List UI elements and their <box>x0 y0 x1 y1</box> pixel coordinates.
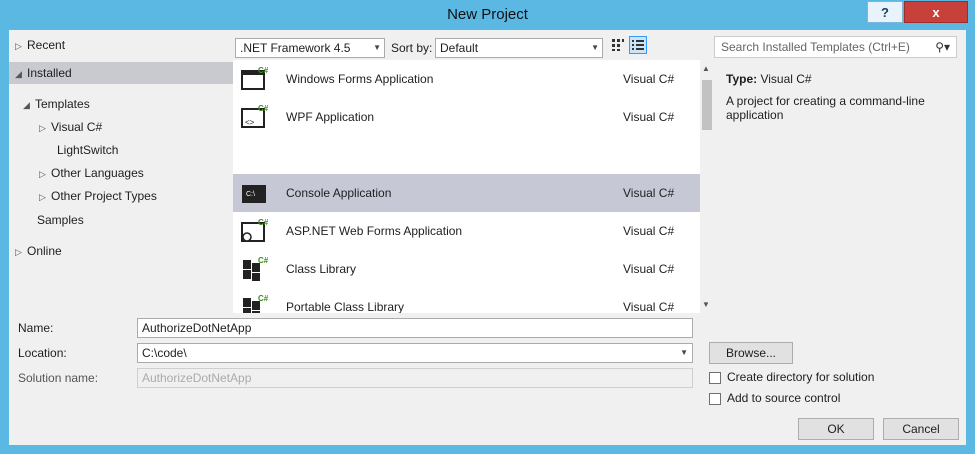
collapse-icon: ◢ <box>23 100 30 110</box>
wpf-icon: <>C# <box>241 104 269 128</box>
location-combo[interactable]: C:\code\ ▼ <box>137 343 693 363</box>
type-line: Type: Visual C# <box>726 72 812 86</box>
template-name: Portable Class Library <box>286 300 405 313</box>
location-label: Location: <box>18 346 67 360</box>
template-name: ASP.NET Web Forms Application <box>286 224 463 238</box>
add-source-control-checkbox[interactable] <box>709 393 721 405</box>
svg-text:<>: <> <box>245 118 255 127</box>
template-row[interactable]: <> C# WPF Application Visual C# <box>233 98 700 136</box>
create-directory-label: Create directory for solution <box>727 370 875 384</box>
browse-button[interactable]: Browse... <box>709 342 793 364</box>
add-source-control-label: Add to source control <box>727 391 841 405</box>
list-view-button[interactable] <box>629 36 647 54</box>
list-view-icon <box>632 40 644 50</box>
close-button[interactable]: x <box>904 1 968 23</box>
search-icon: ⚲▾ <box>935 40 950 54</box>
ok-button[interactable]: OK <box>798 418 874 440</box>
template-details: Type: Visual C# A project for creating a… <box>714 60 966 313</box>
scroll-up-icon[interactable]: ▲ <box>702 64 710 73</box>
template-row-selected[interactable]: C:\ Console Application Visual C# <box>233 174 700 212</box>
expand-icon: ▷ <box>15 247 22 257</box>
chevron-down-icon: ▼ <box>680 348 688 357</box>
tree-item-online[interactable]: ▷ Online <box>15 242 62 260</box>
tree-item-other-project-types[interactable]: ▷ Other Project Types <box>39 187 157 205</box>
small-icons-view-button[interactable] <box>609 36 627 54</box>
help-button[interactable]: ? <box>867 1 903 23</box>
template-row[interactable]: C# Class Library Visual C# <box>233 250 700 288</box>
project-form: Name: AuthorizeDotNetApp Location: C:\co… <box>9 313 966 445</box>
template-tree: ▷ Recent ◢ Installed ◢ Templates ▷ Visual C#… <box>9 30 233 313</box>
chevron-down-icon: ▼ <box>373 43 381 52</box>
tree-item-templates[interactable]: ◢ Templates <box>23 95 90 113</box>
tree-item-samples[interactable]: Samples <box>37 211 84 229</box>
type-label: Type: <box>726 72 758 86</box>
svg-text:C#: C# <box>258 294 269 303</box>
template-language: Visual C# <box>623 224 675 238</box>
sort-dropdown[interactable]: Default ▼ <box>435 38 603 58</box>
template-language: Visual C# <box>623 186 675 200</box>
template-name: Windows Forms Application <box>286 72 434 86</box>
winforms-icon: C# <box>241 66 269 90</box>
tree-item-other-languages[interactable]: ▷ Other Languages <box>39 164 144 182</box>
scrollbar-thumb[interactable] <box>702 80 712 130</box>
svg-text:C#: C# <box>258 256 269 265</box>
tree-item-recent[interactable]: ▷ Recent <box>15 36 65 54</box>
cancel-button[interactable]: Cancel <box>883 418 959 440</box>
solution-name-input[interactable]: AuthorizeDotNetApp <box>137 368 693 388</box>
chevron-down-icon: ▼ <box>591 43 599 52</box>
project-name-input[interactable]: AuthorizeDotNetApp <box>137 318 693 338</box>
create-directory-checkbox[interactable] <box>709 372 721 384</box>
search-templates-input[interactable]: Search Installed Templates (Ctrl+E) ⚲▾ <box>714 36 957 58</box>
expand-icon: ▷ <box>39 169 46 179</box>
aspnet-icon: C# <box>241 218 269 242</box>
new-project-dialog: New Project ? x ▷ Recent ◢ Installed ◢ Temp… <box>0 0 975 454</box>
console-icon: C:\ <box>242 185 266 203</box>
template-name: WPF Application <box>286 110 375 124</box>
template-row[interactable]: C# Windows Forms Application Visual C# <box>233 60 700 98</box>
template-name: Console Application <box>286 186 392 200</box>
type-value: Visual C# <box>760 72 812 86</box>
svg-text:C#: C# <box>258 66 269 75</box>
tree-item-visual-csharp[interactable]: ▷ Visual C# <box>39 118 102 136</box>
portable-library-icon: C# <box>243 294 269 313</box>
scroll-down-icon[interactable]: ▼ <box>702 300 710 309</box>
template-list: C# Windows Forms Application Visual C# <… <box>233 60 700 313</box>
tree-item-installed[interactable]: ◢ Installed <box>15 64 72 82</box>
framework-dropdown[interactable]: .NET Framework 4.5 ▼ <box>235 38 385 58</box>
svg-text:C#: C# <box>258 104 269 113</box>
template-language: Visual C# <box>623 110 675 124</box>
sort-by-label: Sort by: <box>391 41 433 55</box>
class-library-icon: C# <box>243 256 269 281</box>
tree-item-lightswitch[interactable]: LightSwitch <box>57 141 118 159</box>
window-title: New Project <box>447 6 528 23</box>
template-name: Class Library <box>286 262 357 276</box>
template-language: Visual C# <box>623 72 675 86</box>
title-bar: New Project ? x <box>0 0 975 30</box>
svg-text:C#: C# <box>258 218 269 227</box>
template-row[interactable]: C# ASP.NET Web Forms Application Visual … <box>233 212 700 250</box>
template-list-scrollbar[interactable]: ▲ ▼ <box>700 60 714 313</box>
template-row[interactable]: C# Portable Class Library Visual C# <box>233 288 700 313</box>
template-language: Visual C# <box>623 262 675 276</box>
solution-name-label: Solution name: <box>18 371 99 385</box>
name-label: Name: <box>18 321 54 335</box>
template-language: Visual C# <box>623 300 675 313</box>
dialog-client: ▷ Recent ◢ Installed ◢ Templates ▷ Visual C#… <box>9 30 966 445</box>
grid-view-icon <box>612 39 624 51</box>
template-description: A project for creating a command-line ap… <box>726 94 925 122</box>
svg-text:C:\: C:\ <box>246 191 255 198</box>
expand-icon: ▷ <box>15 41 22 51</box>
collapse-icon: ◢ <box>15 69 22 79</box>
expand-icon: ▷ <box>39 123 46 133</box>
expand-icon: ▷ <box>39 192 46 202</box>
